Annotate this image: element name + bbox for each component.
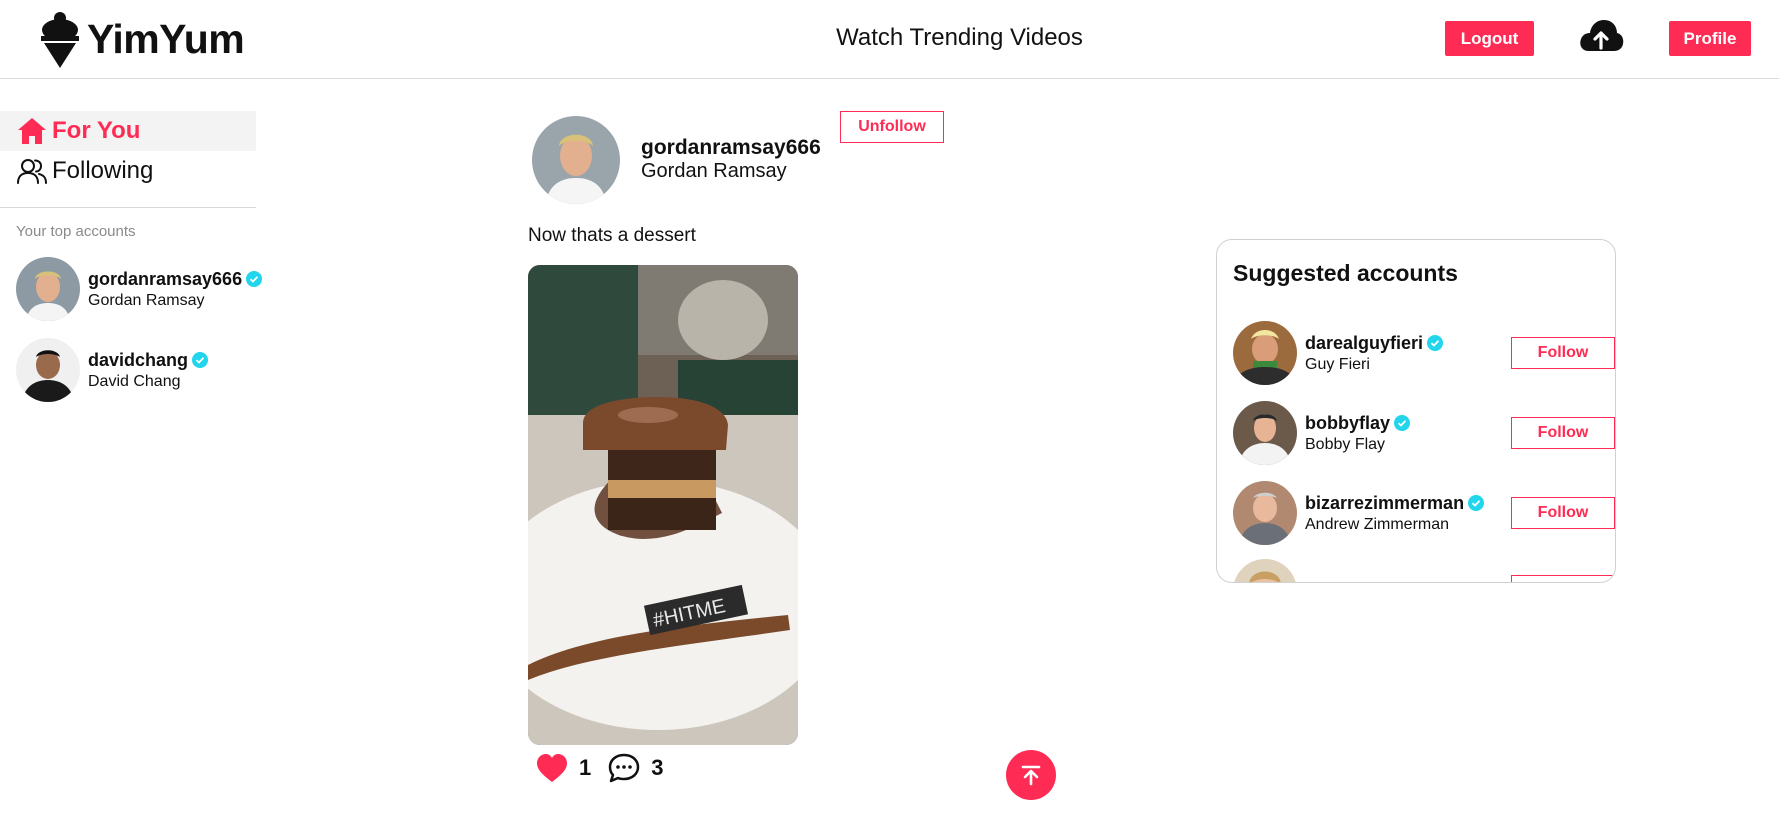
nav-following-label: Following (52, 157, 154, 184)
account-display-name: David Chang (88, 372, 181, 390)
account-username: bizarrezimmerman (1305, 492, 1465, 513)
video-player[interactable]: #HITME (528, 265, 798, 745)
account-display-name: Gordan Ramsay (88, 291, 205, 309)
post-author-avatar[interactable] (532, 116, 620, 204)
post-author-name: Gordan Ramsay (641, 160, 787, 182)
suggested-account-item[interactable]: marthastewart Follow (1233, 558, 1615, 583)
nav-for-you[interactable]: For You (0, 111, 256, 151)
account-display-name: Guy Fieri (1305, 355, 1370, 373)
account-username: davidchang (88, 349, 189, 370)
nav-for-you-label: For You (52, 117, 141, 144)
follow-button[interactable]: Follow (1511, 497, 1615, 529)
suggested-account-item[interactable]: darealguyfieri Guy Fieri Follow (1233, 320, 1615, 386)
suggested-accounts-panel: Suggested accounts darealguyfieri Guy Fi… (1216, 239, 1616, 583)
avatar (16, 338, 80, 402)
avatar (1233, 481, 1297, 545)
logout-button[interactable]: Logout (1445, 21, 1534, 56)
post-caption: Now thats a dessert (528, 225, 696, 246)
profile-button[interactable]: Profile (1669, 21, 1751, 56)
follow-button[interactable]: Follow (1511, 337, 1615, 369)
sidebar: For You Following Your top accounts gord… (0, 79, 263, 824)
scroll-to-top-button[interactable] (1006, 750, 1056, 800)
follow-button[interactable]: Follow (1511, 575, 1615, 582)
sidebar-divider (0, 207, 256, 208)
avatar (1233, 559, 1297, 582)
account-display-name: Andrew Zimmerman (1305, 515, 1450, 533)
home-icon (18, 118, 46, 144)
users-icon (17, 159, 47, 184)
account-username: gordanramsay666 (88, 268, 243, 289)
avatar (1233, 321, 1297, 385)
like-heart-icon[interactable] (535, 752, 569, 784)
post-stats: 1 3 (535, 748, 680, 788)
like-count: 1 (579, 755, 592, 780)
account-username: bobbyflay (1305, 412, 1391, 433)
verified-badge-icon (1432, 582, 1448, 583)
account-username: marthastewart (1305, 580, 1428, 583)
unfollow-button[interactable]: Unfollow (840, 111, 944, 143)
follow-button[interactable]: Follow (1511, 417, 1615, 449)
avatar (1233, 401, 1297, 465)
suggested-accounts-heading: Suggested accounts (1233, 260, 1458, 286)
verified-badge-icon (246, 271, 263, 287)
comment-icon[interactable] (607, 752, 641, 784)
arrow-up-icon (1021, 765, 1041, 786)
nav-following[interactable]: Following (0, 151, 256, 191)
comment-count: 3 (651, 755, 664, 780)
avatar (16, 257, 80, 321)
verified-badge-icon (1427, 335, 1444, 351)
verified-badge-icon (192, 352, 209, 368)
verified-badge-icon (1468, 495, 1485, 511)
account-username: darealguyfieri (1305, 332, 1424, 353)
cloud-upload-icon[interactable] (1578, 17, 1624, 57)
top-account-item[interactable]: gordanramsay666 Gordan Ramsay (16, 256, 263, 322)
account-display-name: Bobby Flay (1305, 435, 1386, 453)
top-navbar: YimYum Watch Trending Videos Logout Prof… (0, 0, 1779, 79)
suggested-account-item[interactable]: bizarrezimmerman Andrew Zimmerman Follow (1233, 480, 1615, 546)
top-account-item[interactable]: davidchang David Chang (16, 337, 261, 403)
verified-badge-icon (1394, 415, 1411, 431)
post-author-username[interactable]: gordanramsay666 (641, 136, 821, 160)
top-accounts-heading: Your top accounts (16, 223, 136, 240)
suggested-account-item[interactable]: bobbyflay Bobby Flay Follow (1233, 400, 1615, 466)
